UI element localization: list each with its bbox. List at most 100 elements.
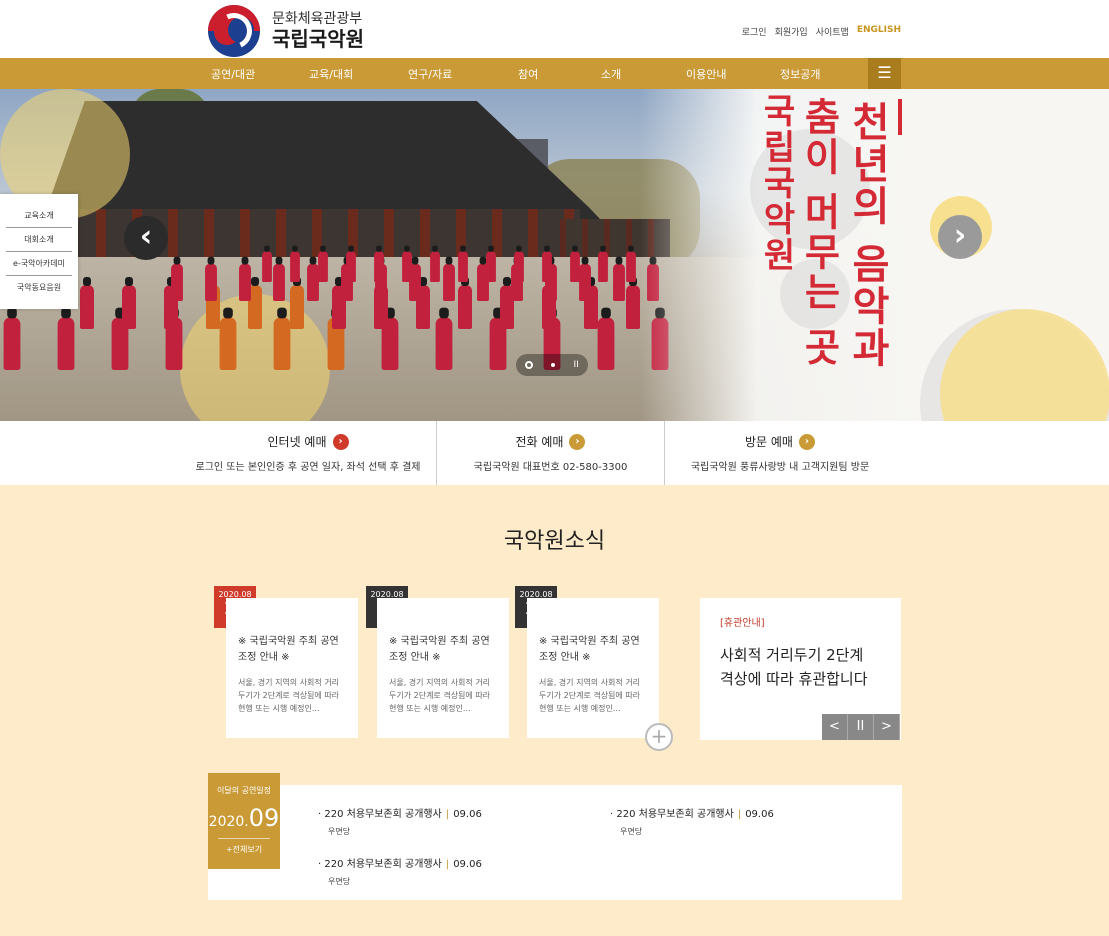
chevron-right-icon[interactable]: › (938, 215, 982, 259)
performer-figure (57, 307, 75, 371)
news-card-title: ※ 국립국악원 주최 공연 조정 안내 ※ (539, 636, 640, 663)
logo[interactable]: 문화체육관광부 국립국악원 (208, 5, 364, 57)
visit-reservation[interactable]: 방문 예매 › 국립국악원 풍류사랑방 내 고객지원팀 방문 (665, 421, 895, 485)
side-item-songs[interactable]: 국악동요음원 (6, 276, 72, 299)
pause-icon[interactable]: II (848, 714, 874, 740)
performer-figure (273, 256, 285, 301)
performer-figure (443, 256, 455, 301)
performer-figure (205, 256, 217, 301)
res-desc: 국립국악원 풍류사랑방 내 고객지원팀 방문 (690, 462, 870, 473)
arrow-right-icon: › (332, 433, 349, 450)
performer-figure (262, 245, 272, 283)
performer-figure (171, 256, 183, 301)
news-card-desc: 서울, 경기 지역의 사회적 거리두기가 2단계로 격상됨에 따라 현행 또는 … (539, 678, 641, 713)
performer-figure (273, 307, 291, 371)
res-title: 인터넷 예매 (267, 435, 327, 449)
plus-icon[interactable]: + (645, 723, 673, 751)
calligraphy-line-3: 국립국악원 (756, 93, 796, 273)
schedule-label: 이달의 공연일정 2020.09 +전체보기 (208, 773, 280, 869)
side-item-edu[interactable]: 교육소개 (6, 204, 72, 228)
utility-links: 로그인 회원가입 사이트맵 ENGLISH (742, 25, 901, 38)
schedule-event[interactable]: · 220 처용무보존회 공개행사 | 09.06 우면당 (610, 805, 774, 837)
news-card-title: ※ 국립국악원 주최 공연 조정 안내 ※ (389, 636, 490, 663)
performer-figure (239, 256, 251, 301)
performer-figure (626, 277, 640, 329)
chevron-left-icon[interactable]: < (822, 714, 848, 740)
org-sub-name: 문화체육관광부 (272, 11, 363, 27)
performer-figure (613, 256, 625, 301)
nav-item-performance[interactable]: 공연/대관 (211, 66, 255, 82)
performer-figure (626, 245, 636, 283)
sitemap-link[interactable]: 사이트맵 (816, 25, 849, 38)
performer-figure (3, 307, 21, 371)
nav-item-participation[interactable]: 참여 (518, 66, 538, 82)
res-title: 방문 예매 (745, 435, 793, 449)
schedule-event[interactable]: · 220 처용무보존회 공개행사 | 09.06 우면당 (318, 855, 482, 887)
notice-tag: [휴관안내] (720, 618, 765, 629)
performer-figure (570, 245, 580, 283)
news-card-title: ※ 국립국악원 주최 공연 조정 안내 ※ (238, 636, 339, 663)
performer-figure (486, 245, 496, 283)
schedule-event[interactable]: · 220 처용무보존회 공개행사 | 09.06 우면당 (318, 805, 482, 837)
res-desc: 로그인 또는 본인인증 후 공연 일자, 좌석 선택 후 결제 (195, 462, 421, 473)
chevron-left-icon[interactable]: ‹ (124, 216, 168, 260)
performer-figure (80, 277, 94, 329)
performer-figure (346, 245, 356, 283)
news-card-desc: 서울, 경기 지역의 사회적 거리두기가 2단계로 격상됨에 따라 현행 또는 … (238, 678, 340, 713)
news-card[interactable]: ※ 국립국악원 주최 공연 조정 안내 ※ 서울, 경기 지역의 사회적 거리두… (226, 598, 358, 738)
performer-figure (219, 307, 237, 371)
performer-figure (542, 245, 552, 283)
main-nav: 공연/대관 교육/대회 연구/자료 참여 소개 이용안내 정보공개 ☰ (0, 58, 1109, 89)
performer-figure (435, 307, 453, 371)
performer-figure (290, 277, 304, 329)
hero-banner: 천년의 음악과 춤이 머무는 곳 국립국악원 교육소개 대회소개 e-국악아카데… (0, 89, 1109, 421)
side-item-academy[interactable]: e-국악아카데미 (6, 252, 72, 276)
performer-figure (318, 245, 328, 283)
schedule-box (208, 785, 902, 900)
performer-figure (430, 245, 440, 283)
nav-item-research[interactable]: 연구/자료 (408, 66, 452, 82)
english-link[interactable]: ENGLISH (857, 25, 901, 38)
news-section: 국악원소식 2020.08 28 ※ 국립국악원 주최 공연 조정 안내 ※ 서… (0, 485, 1109, 785)
news-card[interactable]: ※ 국립국악원 주최 공연 조정 안내 ※ 서울, 경기 지역의 사회적 거리두… (527, 598, 659, 738)
schedule-section: 이달의 공연일정 2020.09 +전체보기 · 220 처용무보존회 공개행사… (0, 773, 1109, 936)
slide-controls: II (516, 354, 588, 376)
slide-dot[interactable] (551, 363, 556, 367)
news-card[interactable]: ※ 국립국악원 주최 공연 조정 안내 ※ 서울, 경기 지역의 사회적 거리두… (377, 598, 509, 738)
org-main-name: 국립국악원 (272, 27, 364, 51)
performer-figure (597, 307, 615, 371)
performer-figure (514, 245, 524, 283)
arrow-right-icon: › (569, 433, 586, 450)
login-link[interactable]: 로그인 (742, 25, 767, 38)
nav-item-about[interactable]: 소개 (601, 66, 621, 82)
performer-figure (402, 245, 412, 283)
internet-reservation[interactable]: 인터넷 예매 › 로그인 또는 본인인증 후 공연 일자, 좌석 선택 후 결제 (180, 421, 436, 485)
notice-controls: < II > (822, 714, 901, 740)
res-title: 전화 예매 (515, 435, 564, 449)
performer-figure (579, 256, 591, 301)
performer-figure (458, 277, 472, 329)
res-desc: 국립국악원 대표번호 02-580-3300 (473, 462, 628, 473)
nav-item-education[interactable]: 교육/대회 (309, 66, 353, 82)
nav-item-disclosure[interactable]: 정보공개 (780, 66, 820, 82)
reservation-bar: 인터넷 예매 › 로그인 또는 본인인증 후 공연 일자, 좌석 선택 후 결제 … (0, 421, 1109, 485)
performer-figure (458, 245, 468, 283)
slide-dot-active[interactable] (525, 361, 534, 369)
performer-figure (122, 277, 136, 329)
notice-title: 사회적 거리두기 2단계 격상에 따라 휴관합니다 (720, 646, 868, 688)
side-item-contest[interactable]: 대회소개 (6, 228, 72, 252)
performer-figure (374, 245, 384, 283)
view-all-link[interactable]: +전체보기 (218, 838, 270, 855)
quick-side-menu: 교육소개 대회소개 e-국악아카데미 국악동요음원 (0, 194, 78, 309)
taegeuk-logo-icon (208, 5, 260, 57)
header: 문화체육관광부 국립국악원 로그인 회원가입 사이트맵 ENGLISH (0, 0, 1109, 58)
performer-figure (598, 245, 608, 283)
phone-reservation[interactable]: 전화 예매 › 국립국악원 대표번호 02-580-3300 (437, 421, 664, 485)
news-title: 국악원소식 (503, 529, 606, 554)
pause-button[interactable]: II (574, 360, 579, 370)
news-card-desc: 서울, 경기 지역의 사회적 거리두기가 2단계로 격상됨에 따라 현행 또는 … (389, 678, 491, 713)
signup-link[interactable]: 회원가입 (775, 25, 808, 38)
hamburger-icon[interactable]: ☰ (868, 58, 901, 89)
nav-item-guide[interactable]: 이용안내 (686, 66, 726, 82)
chevron-right-icon[interactable]: > (874, 714, 900, 740)
